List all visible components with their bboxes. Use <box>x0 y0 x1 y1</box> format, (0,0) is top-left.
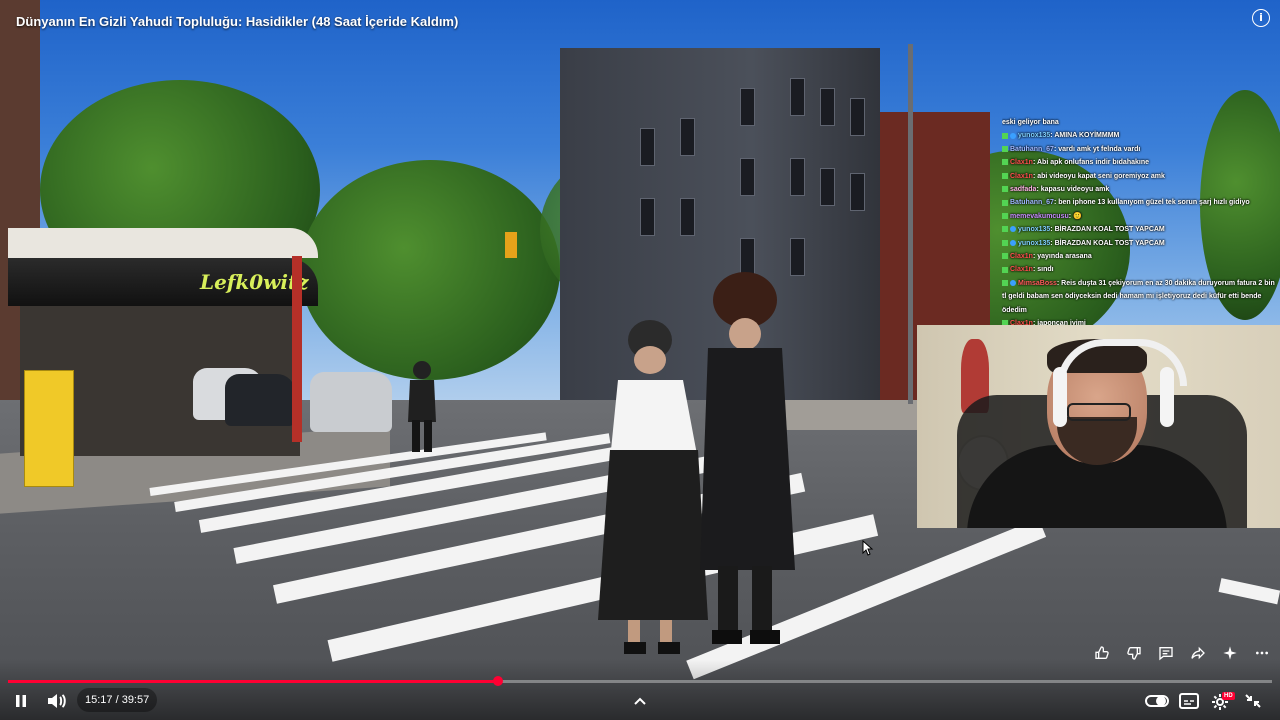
chat-text: : vardı amk yt felnda vardı <box>1053 145 1141 153</box>
video-title[interactable]: Dünyanın En Gizli Yahudi Topluluğu: Hasi… <box>16 14 458 29</box>
chat-username: sadfada <box>1010 186 1037 194</box>
chat-message: Clax1n: Abi apk onlufans indir bıdahakın… <box>1002 156 1280 169</box>
chat-text: : 🙂 <box>1068 212 1082 220</box>
chat-username: yunox135 <box>1018 239 1051 247</box>
chat-username: memevakumcusu <box>1010 212 1069 220</box>
streamer-webcam <box>917 325 1280 528</box>
settings-button[interactable]: HD <box>1208 690 1235 712</box>
volume-button[interactable] <box>44 690 68 712</box>
mod-badge-icon <box>1002 213 1008 219</box>
video-player[interactable]: Lefk0witz Dünyanın En Gizli Yahudi Toplu… <box>0 0 1280 720</box>
store-awning <box>8 228 318 258</box>
chat-text: : AMINA KOYİMMMM <box>1050 132 1120 140</box>
chat-text: : yayında arasana <box>1032 253 1092 261</box>
man-figure <box>700 272 795 644</box>
chat-message: yunox135: AMINA KOYİMMMM <box>1002 129 1280 142</box>
pause-button[interactable] <box>10 690 32 712</box>
chat-message: Batuhann_67: vardı amk yt felnda vardı <box>1002 143 1280 156</box>
progress-bar[interactable] <box>8 676 1272 686</box>
sub-badge-icon <box>1010 226 1016 233</box>
mod-badge-icon <box>1002 145 1008 152</box>
chat-username: Batuhann_67 <box>1010 199 1054 207</box>
progress-played <box>8 680 499 683</box>
sub-badge-icon <box>1010 280 1016 287</box>
info-icon[interactable]: i <box>1252 9 1270 27</box>
mod-badge-icon <box>1002 280 1008 287</box>
volume-icon <box>48 694 66 708</box>
chat-username: yunox135 <box>1018 226 1051 234</box>
mod-badge-icon <box>1002 253 1008 260</box>
headphones-right <box>1160 367 1174 427</box>
chevron-up-icon <box>634 697 646 705</box>
exit-fullscreen-icon <box>1245 694 1261 708</box>
autoplay-toggle-icon <box>1145 695 1169 707</box>
chat-username: Batuhann_67 <box>1010 145 1054 153</box>
chat-message: Batuhann_67: ben iphone 13 kullanıyom gü… <box>1002 196 1280 209</box>
mod-badge-icon <box>1002 266 1008 273</box>
chat-username: Clax1n <box>1010 159 1033 167</box>
chat-username: Clax1n <box>1010 266 1033 274</box>
fire-hydrant-post <box>292 256 302 442</box>
mouse-cursor-icon <box>862 540 874 556</box>
subtitles-icon <box>1179 693 1199 709</box>
pedestrian-figure <box>408 361 436 452</box>
traffic-light <box>505 232 517 258</box>
glasses <box>1067 403 1131 421</box>
street-pole <box>908 44 913 404</box>
car <box>225 374 295 426</box>
headphones-left <box>1053 367 1067 427</box>
car <box>310 372 392 432</box>
tree <box>300 160 560 380</box>
chat-message: Clax1n: yayında arasana <box>1002 250 1280 263</box>
mod-badge-icon <box>1002 226 1008 233</box>
fullscreen-button[interactable] <box>1240 690 1266 712</box>
chat-text: : sındı <box>1032 266 1054 274</box>
chat-text: : ben iphone 13 kullanıyom güzel tek sor… <box>1053 199 1250 207</box>
chat-username: MimsaBoss <box>1018 279 1057 287</box>
chat-message: eski geliyor bana <box>1002 116 1280 129</box>
chat-message: Clax1n: abi videoyu kapat seni goremiyoz… <box>1002 170 1280 183</box>
pause-icon <box>16 695 26 707</box>
mod-badge-icon <box>1002 132 1008 139</box>
mod-badge-icon <box>1002 186 1008 193</box>
sub-badge-icon <box>1010 239 1016 246</box>
mod-badge-icon <box>1002 159 1008 166</box>
mod-badge-icon <box>1002 172 1008 179</box>
chat-text: : Abi apk onlufans indir bıdahakıne <box>1032 159 1149 167</box>
chat-text: : abi videoyu kapat seni goremiyoz amk <box>1032 172 1165 180</box>
chat-username: yunox135 <box>1018 132 1051 140</box>
mod-badge-icon <box>1002 199 1008 206</box>
subtitles-button[interactable] <box>1176 690 1202 712</box>
hd-badge: HD <box>1222 692 1235 700</box>
time-display[interactable]: 15:17 / 39:57 <box>77 688 158 712</box>
mod-badge-icon <box>1002 239 1008 246</box>
chat-username: Clax1n <box>1010 172 1033 180</box>
sub-badge-icon <box>1010 132 1016 139</box>
chat-message: Clax1n: sındı <box>1002 263 1280 276</box>
chat-message: memevakumcusu: 🙂 <box>1002 210 1280 223</box>
chat-message: yunox135: BİRAZDAN KOAL TOST YAPCAM <box>1002 237 1280 250</box>
chat-message: MimsaBoss: Reis duşta 31 çekiyorum en az… <box>1002 277 1280 317</box>
chat-text: : kapasu videoyu amk <box>1036 186 1110 194</box>
chat-message: yunox135: BİRAZDAN KOAL TOST YAPCAM <box>1002 223 1280 236</box>
autoplay-toggle[interactable] <box>1144 690 1170 712</box>
chat-message: sadfada: kapasu videoyu amk <box>1002 183 1280 196</box>
chat-text: : BİRAZDAN KOAL TOST YAPCAM <box>1050 226 1165 234</box>
chat-text: eski geliyor bana <box>1002 119 1059 126</box>
woman-figure <box>598 320 708 654</box>
live-chat-overlay: eski geliyor bana yunox135: AMINA KOYİMM… <box>1002 116 1280 327</box>
chapters-button[interactable] <box>628 690 652 712</box>
chat-username: Clax1n <box>1010 253 1033 261</box>
newspaper-box <box>24 370 74 487</box>
chat-text: : BİRAZDAN KOAL TOST YAPCAM <box>1050 239 1165 247</box>
